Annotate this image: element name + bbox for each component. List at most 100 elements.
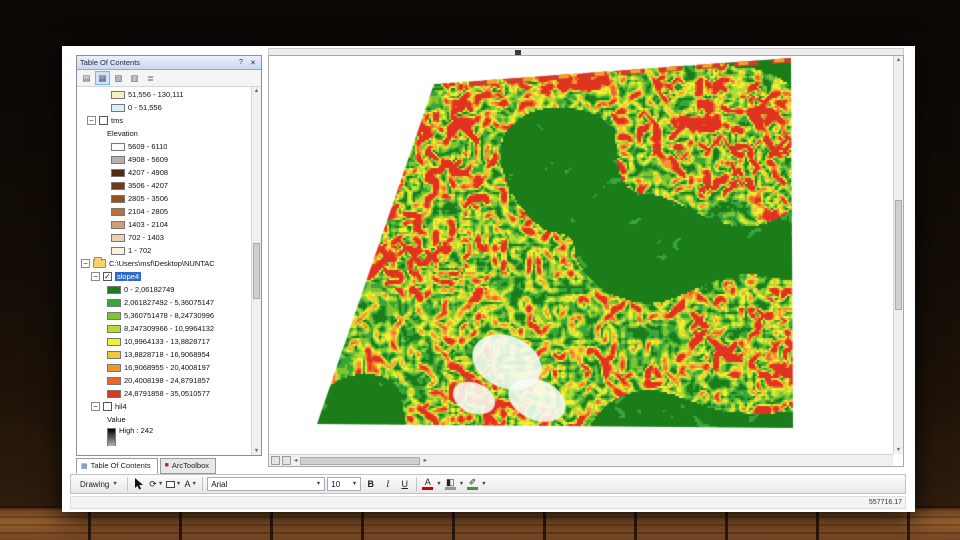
wood-floor	[0, 508, 960, 540]
rotate-tool-button[interactable]: ⟳ ▼	[149, 477, 164, 492]
group-node[interactable]: − C:\Users\msf\Desktop\NUNTAC	[77, 257, 261, 270]
stretch-high-label: High : 242	[119, 426, 154, 435]
legend-label: 13,8828718 - 16,9068954	[124, 350, 210, 359]
layer-node-tms[interactable]: − tms	[77, 114, 261, 127]
scroll-thumb[interactable]	[895, 200, 902, 310]
legend-swatch[interactable]	[111, 220, 125, 229]
select-elements-button[interactable]	[132, 477, 147, 492]
font-color-button[interactable]: A	[421, 477, 434, 491]
tms-checkbox[interactable]	[99, 116, 108, 125]
stretch-gradient-bar	[107, 428, 116, 446]
table-icon: ▦	[81, 462, 88, 470]
tab-arctoolbox[interactable]: ■ ArcToolbox	[159, 458, 217, 474]
chevron-down-icon: ▼	[191, 481, 197, 487]
legend-label: 24,8791858 - 35,0510577	[124, 389, 210, 398]
scroll-down-icon[interactable]: ▼	[896, 447, 901, 453]
layer-node-hil4[interactable]: − hil4	[77, 400, 261, 413]
chevron-down-icon[interactable]: ▼	[459, 481, 464, 487]
collapse-icon[interactable]: −	[91, 272, 100, 281]
text-tool-button[interactable]: A ▼	[183, 477, 198, 492]
legend-swatch[interactable]	[111, 142, 125, 151]
line-color-button[interactable]: ✐	[466, 477, 479, 491]
tab-table-of-contents[interactable]: ▦ Table Of Contents	[76, 458, 158, 474]
legend-swatch[interactable]	[111, 155, 125, 164]
legend-swatch[interactable]	[107, 298, 121, 307]
help-icon[interactable]: ?	[236, 59, 246, 66]
chevron-down-icon[interactable]: ▼	[436, 481, 441, 487]
legend-swatch[interactable]	[107, 376, 121, 385]
map-view[interactable]: ▲ ▼ ◄ ►	[268, 55, 904, 467]
scroll-up-icon[interactable]: ▲	[896, 57, 901, 63]
legend-row: 5609 - 6110	[77, 140, 261, 153]
stretch-legend-row: High : 242	[77, 426, 261, 446]
close-icon[interactable]: ✕	[248, 59, 258, 67]
scroll-thumb[interactable]	[253, 243, 260, 299]
scroll-left-icon[interactable]: ◄	[293, 458, 298, 464]
list-by-source-icon[interactable]: ▦	[95, 71, 110, 85]
font-color-letter: A	[424, 477, 431, 487]
legend-swatch[interactable]	[111, 194, 125, 203]
drawing-toolbar: Drawing ▼ ⟳ ▼ ▼ A ▼ Arial ▼ 10 ▼ B I U A…	[70, 474, 906, 494]
legend-swatch[interactable]	[107, 311, 121, 320]
coordinate-readout: 557716.17	[868, 499, 902, 506]
pen-icon: ✐	[468, 477, 477, 487]
scroll-down-icon[interactable]: ▼	[254, 448, 259, 454]
list-by-selection-icon[interactable]: ▥	[127, 71, 142, 85]
window-top-strip	[268, 48, 904, 55]
scroll-right-icon[interactable]: ►	[422, 458, 427, 464]
legend-swatch[interactable]	[111, 90, 125, 99]
legend-swatch[interactable]	[107, 337, 121, 346]
font-size-select[interactable]: 10 ▼	[327, 477, 362, 491]
legend-swatch[interactable]	[111, 233, 125, 242]
legend-label: 10,9964133 - 13,8828717	[124, 337, 210, 346]
scroll-thumb[interactable]	[300, 456, 421, 465]
scroll-up-icon[interactable]: ▲	[254, 88, 259, 94]
chevron-down-icon[interactable]: ▼	[481, 481, 486, 487]
slope-raster-map[interactable]	[269, 56, 893, 454]
legend-row: 24,8791858 - 35,0510577	[77, 387, 261, 400]
legend-row: 702 - 1403	[77, 231, 261, 244]
legend-swatch[interactable]	[107, 324, 121, 333]
group-path-label[interactable]: C:\Users\msf\Desktop\NUNTAC	[109, 259, 215, 268]
italic-button[interactable]: I	[380, 477, 395, 492]
list-by-visibility-icon[interactable]: ▧	[111, 71, 126, 85]
legend-swatch[interactable]	[111, 207, 125, 216]
list-by-drawing-order-icon[interactable]: ▤	[79, 71, 94, 85]
rotate-icon: ⟳	[149, 478, 157, 489]
pan-button[interactable]	[271, 456, 280, 465]
layer-node-slope4[interactable]: − ✓ slope4	[77, 270, 261, 283]
collapse-icon[interactable]: −	[87, 116, 96, 125]
fill-color-button[interactable]: ◧	[444, 477, 457, 491]
hil4-checkbox[interactable]	[103, 402, 112, 411]
bold-button[interactable]: B	[363, 477, 378, 492]
toc-header[interactable]: Table Of Contents ? ✕	[77, 56, 261, 70]
collapse-icon[interactable]: −	[91, 402, 100, 411]
collapse-icon[interactable]: −	[81, 259, 90, 268]
legend-swatch[interactable]	[107, 363, 121, 372]
legend-rows-slope4: 0 - 2,06182749 2,061827492 - 5,36075147 5,…	[77, 283, 261, 400]
pan-button[interactable]	[282, 456, 291, 465]
desk-background: Table Of Contents ? ✕ ▤ ▦ ▧ ▥ ≣ 51,556 - 130…	[0, 0, 960, 540]
legend-swatch[interactable]	[107, 389, 121, 398]
map-horizontal-scrollbar[interactable]: ◄ ►	[269, 454, 893, 466]
slope4-checkbox[interactable]: ✓	[103, 272, 112, 281]
layer-label-tms[interactable]: tms	[111, 116, 123, 125]
legend-swatch[interactable]	[111, 103, 125, 112]
chevron-down-icon: ▼	[112, 481, 118, 487]
drawing-menu-button[interactable]: Drawing ▼	[75, 478, 123, 491]
legend-swatch[interactable]	[107, 350, 121, 359]
legend-swatch[interactable]	[111, 181, 125, 190]
layer-label-slope4[interactable]: slope4	[115, 272, 142, 281]
legend-row: 2104 - 2805	[77, 205, 261, 218]
toc-scrollbar[interactable]: ▲ ▼	[251, 87, 261, 455]
legend-swatch[interactable]	[111, 168, 125, 177]
slide: Table Of Contents ? ✕ ▤ ▦ ▧ ▥ ≣ 51,556 - 130…	[62, 46, 915, 512]
options-icon[interactable]: ≣	[143, 71, 158, 85]
shape-tool-button[interactable]: ▼	[165, 477, 181, 492]
font-family-select[interactable]: Arial ▼	[207, 477, 326, 491]
map-vertical-scrollbar[interactable]: ▲ ▼	[893, 56, 903, 454]
legend-swatch[interactable]	[111, 246, 125, 255]
layer-label-hil4[interactable]: hil4	[115, 402, 127, 411]
legend-swatch[interactable]	[107, 285, 121, 294]
underline-button[interactable]: U	[397, 477, 412, 492]
